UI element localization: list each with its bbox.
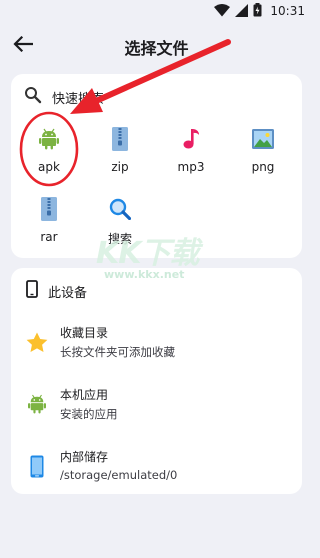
quick-search-item-label: apk (38, 160, 60, 174)
device-item-subtitle: 长按文件夹可添加收藏 (60, 345, 175, 359)
device-item-title: 内部储存 (60, 450, 109, 464)
zip-file-icon (107, 126, 133, 152)
phone-storage-icon (25, 454, 49, 478)
quick-search-label: 快速搜索 (52, 91, 105, 107)
phone-outline-icon (26, 280, 38, 302)
quick-search-item-mp3[interactable]: mp3 (161, 126, 221, 188)
battery-icon (253, 2, 262, 21)
magnifier-icon (107, 196, 133, 222)
device-item-internal-storage[interactable]: 内部储存 /storage/emulated/0 (11, 442, 302, 490)
device-item-apps[interactable]: 本机应用 安装的应用 (11, 380, 302, 428)
music-note-icon (178, 126, 204, 152)
device-item-subtitle: 安装的应用 (60, 407, 118, 421)
quick-search-item-label: zip (111, 160, 129, 174)
quick-search-item-png[interactable]: png (233, 126, 293, 188)
rar-file-icon (36, 196, 62, 222)
star-icon (25, 330, 49, 354)
status-time: 10:31 (270, 4, 305, 18)
device-item-favorites[interactable]: 收藏目录 长按文件夹可添加收藏 (11, 318, 302, 366)
device-item-title: 本机应用 (60, 388, 109, 402)
device-item-subtitle: /storage/emulated/0 (60, 468, 178, 482)
app-bar: 选择文件 (0, 22, 313, 70)
quick-search-item-label: rar (40, 230, 58, 244)
device-card: 此设备 收藏目录 长按文件夹可添加收藏 本机应用 安装的应用 内部储存 /sto… (11, 268, 302, 494)
quick-search-item-search[interactable]: 搜索 (90, 196, 150, 258)
quick-search-item-zip[interactable]: zip (90, 126, 150, 188)
status-icons: 10:31 (214, 2, 305, 20)
android-icon (36, 126, 62, 152)
wifi-icon (214, 2, 231, 21)
search-icon (24, 86, 42, 108)
quick-search-header[interactable]: 快速搜索 (24, 86, 105, 108)
quick-search-item-apk[interactable]: apk (19, 126, 79, 188)
quick-search-item-label: 搜索 (107, 232, 132, 246)
quick-search-item-label: mp3 (177, 160, 205, 174)
signal-icon (235, 2, 249, 21)
device-item-title: 收藏目录 (60, 326, 109, 340)
quick-search-item-label: png (251, 160, 275, 174)
page-title: 选择文件 (124, 39, 189, 58)
status-bar: 10:31 (0, 0, 313, 22)
quick-search-item-rar[interactable]: rar (19, 196, 79, 258)
quick-search-card: 快速搜索 apk zip mp3 png rar 搜索 (11, 74, 302, 258)
device-header: 此设备 (26, 280, 88, 302)
android-icon (25, 392, 49, 416)
device-label: 此设备 (48, 285, 88, 301)
image-file-icon (250, 126, 276, 152)
